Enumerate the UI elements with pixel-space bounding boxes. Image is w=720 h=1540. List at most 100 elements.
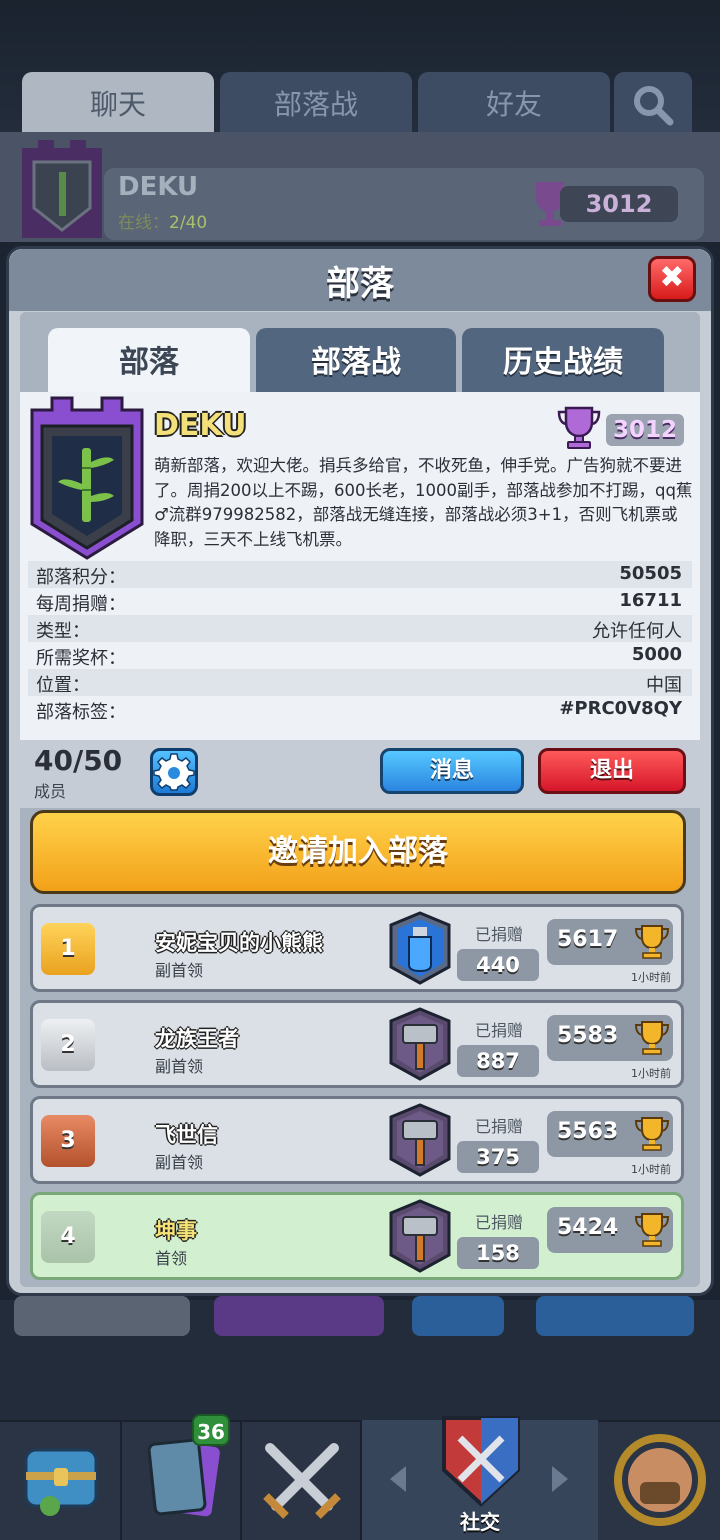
member-donated: 887	[457, 1045, 539, 1077]
stat-value: 中国	[646, 675, 682, 696]
background-button	[214, 1296, 384, 1336]
member-trophies: 5563	[557, 1119, 619, 1144]
stat-row: 每周捐赠： 16711	[28, 588, 692, 615]
trophy-icon	[634, 1117, 670, 1151]
member-name: 安妮宝贝的小熊熊	[155, 931, 323, 955]
member-last-seen: 1小时前	[631, 971, 671, 984]
stat-label: 位置：	[36, 675, 90, 696]
clan-name: DEKU	[154, 408, 247, 443]
tab-friends[interactable]: 好友	[418, 72, 610, 138]
member-rank: 3	[41, 1115, 95, 1167]
stat-label: 所需奖杯：	[36, 648, 126, 669]
stat-value: 50505	[619, 563, 682, 584]
stat-row: 部落积分： 50505	[28, 561, 692, 588]
member-last-seen: 1小时前	[631, 1163, 671, 1176]
hammer-card-icon	[389, 1103, 451, 1177]
modal-title: 部落	[326, 264, 394, 304]
clan-tag[interactable]: #PRC0V8QY	[559, 698, 682, 719]
stat-row: 部落标签： #PRC0V8QY	[28, 696, 692, 723]
cards-badge: 36	[192, 1414, 230, 1446]
stat-value: 16711	[619, 590, 682, 611]
background-button	[536, 1296, 694, 1336]
hammer-card-icon	[389, 1199, 451, 1273]
tab-war-history[interactable]: 历史战绩	[462, 328, 664, 394]
gear-icon	[153, 753, 195, 791]
member-rank: 4	[41, 1211, 95, 1263]
member-trophies: 5424	[557, 1215, 619, 1240]
nav-social[interactable]: 社交	[362, 1416, 598, 1540]
stat-row: 位置： 中国	[28, 669, 692, 696]
nav-shop[interactable]	[0, 1420, 122, 1540]
stat-row: 所需奖杯： 5000	[28, 642, 692, 669]
nav-battle[interactable]	[242, 1420, 362, 1540]
member-row[interactable]: 1 安妮宝贝的小熊熊 副首领 已捐赠 440 5617 1小时前	[30, 904, 684, 992]
member-rank: 1	[41, 923, 95, 975]
clan-description: 萌新部落，欢迎大佬。捐兵多给官，不收死鱼，伸手党。广告狗就不要进了。周捐200以…	[154, 456, 693, 549]
trophy-icon	[634, 1213, 670, 1247]
chevron-left-icon	[390, 1466, 406, 1492]
search-button[interactable]	[614, 72, 692, 138]
message-button[interactable]: 消息	[380, 748, 524, 794]
clan-trophy-count: 3012	[606, 414, 684, 446]
member-role: 副首领	[155, 1057, 204, 1076]
tab-clan[interactable]: 部落	[48, 328, 250, 394]
trophy-icon	[634, 1021, 670, 1055]
trophy-icon	[634, 925, 670, 959]
member-role: 副首领	[155, 961, 204, 980]
chest-icon	[24, 1448, 98, 1516]
nav-events[interactable]	[598, 1420, 720, 1540]
stat-value: 5000	[631, 644, 682, 665]
tab-clan-war[interactable]: 部落战	[256, 328, 456, 394]
background-button	[412, 1296, 504, 1336]
chevron-right-icon	[552, 1466, 568, 1492]
member-name: 坤事	[155, 1219, 197, 1243]
member-name: 龙族王者	[155, 1027, 239, 1051]
search-icon	[634, 86, 674, 126]
tab-chat[interactable]: 聊天	[22, 72, 214, 138]
stat-label: 部落标签：	[36, 702, 126, 723]
background-clan-name: DEKU	[118, 172, 199, 202]
stat-label: 每周捐赠：	[36, 594, 126, 615]
background-trophy-count: 3012	[560, 186, 678, 222]
members-count: 40/50	[34, 744, 123, 777]
member-row-self[interactable]: 4 坤事 首领 已捐赠 158 5424	[30, 1192, 684, 1280]
hammer-card-icon	[389, 1007, 451, 1081]
member-name: 飞世信	[155, 1123, 218, 1147]
member-last-seen: 1小时前	[631, 1067, 671, 1080]
member-trophies: 5583	[557, 1023, 619, 1048]
stat-label: 部落积分：	[36, 567, 126, 588]
stat-label: 类型：	[36, 621, 90, 642]
member-row[interactable]: 3 飞世信 副首领 已捐赠 375 5563 1小时前	[30, 1096, 684, 1184]
crossed-swords-icon	[263, 1443, 341, 1519]
donated-label: 已捐赠	[475, 1021, 524, 1040]
clan-settings-button[interactable]	[150, 748, 198, 796]
members-label: 成员	[34, 782, 67, 801]
background-clan-badge-icon	[22, 140, 102, 238]
member-role: 首领	[155, 1249, 188, 1268]
member-donated: 158	[457, 1237, 539, 1269]
clan-badge-icon	[30, 396, 144, 560]
stat-value: 允许任何人	[592, 621, 682, 642]
clan-shield-icon	[442, 1416, 520, 1507]
member-donated: 375	[457, 1141, 539, 1173]
nav-social-label: 社交	[460, 1510, 500, 1534]
member-trophies: 5617	[557, 927, 619, 952]
member-role: 副首领	[155, 1153, 204, 1172]
member-rank: 2	[41, 1019, 95, 1071]
potion-card-icon	[389, 911, 451, 985]
king-laurel-icon	[614, 1434, 706, 1526]
donated-label: 已捐赠	[475, 925, 524, 944]
background-button	[14, 1296, 190, 1336]
invite-button[interactable]: 邀请加入部落	[30, 810, 686, 894]
member-row[interactable]: 2 龙族王者 副首领 已捐赠 887 5583 1小时前	[30, 1000, 684, 1088]
leave-clan-button[interactable]: 退出	[538, 748, 686, 794]
donated-label: 已捐赠	[475, 1213, 524, 1232]
stat-row: 类型： 允许任何人	[28, 615, 692, 642]
close-button[interactable]: ✖	[648, 256, 696, 302]
tab-clan-war[interactable]: 部落战	[220, 72, 412, 138]
trophy-icon	[557, 406, 601, 449]
donated-label: 已捐赠	[475, 1117, 524, 1136]
background-online-status: 在线：2/40	[118, 213, 208, 233]
close-icon: ✖	[659, 260, 685, 295]
member-donated: 440	[457, 949, 539, 981]
